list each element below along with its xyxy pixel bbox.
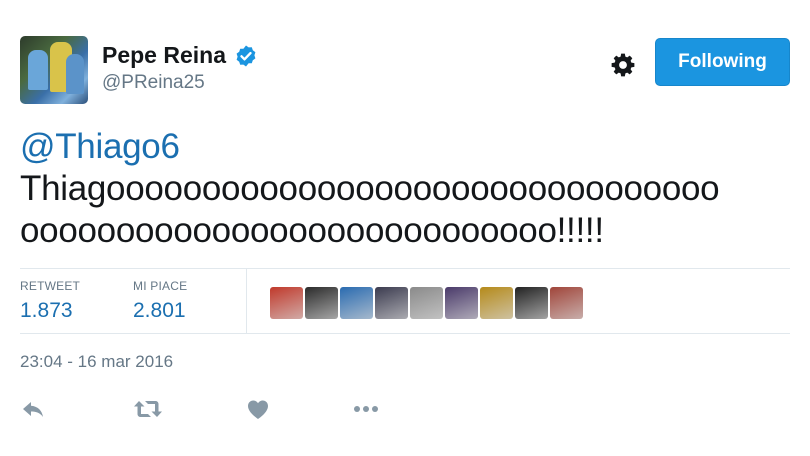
reply-icon[interactable] bbox=[20, 396, 48, 422]
more-icon[interactable] bbox=[350, 396, 382, 422]
liker-avatar[interactable] bbox=[410, 287, 443, 319]
liker-avatar[interactable] bbox=[515, 287, 548, 319]
tweet-timestamp[interactable]: 23:04 - 16 mar 2016 bbox=[20, 352, 173, 372]
retweet-icon[interactable] bbox=[132, 396, 164, 422]
liker-avatar[interactable] bbox=[445, 287, 478, 319]
like-label: MI PIACE bbox=[133, 279, 188, 293]
liker-avatar[interactable] bbox=[305, 287, 338, 319]
avatar[interactable] bbox=[20, 36, 88, 104]
tweet-stats: RETWEET 1.873 MI PIACE 2.801 bbox=[20, 268, 790, 334]
liker-avatar[interactable] bbox=[270, 287, 303, 319]
retweet-label: RETWEET bbox=[20, 279, 81, 293]
gear-icon[interactable] bbox=[610, 52, 636, 78]
tweet-text-line: oooooooooooooooooooooooooooo!!!!! bbox=[20, 211, 604, 250]
like-stat[interactable]: MI PIACE 2.801 bbox=[133, 279, 187, 323]
liker-avatar[interactable] bbox=[550, 287, 583, 319]
user-handle[interactable]: @PReina25 bbox=[102, 72, 258, 94]
liker-avatar[interactable] bbox=[340, 287, 373, 319]
like-icon[interactable] bbox=[244, 396, 272, 422]
stats-divider bbox=[246, 269, 247, 333]
tweet-text: @Thiago6 Thiagoooooooooooooooooooooooooo… bbox=[20, 126, 800, 252]
liker-avatar[interactable] bbox=[375, 287, 408, 319]
liker-avatar[interactable] bbox=[480, 287, 513, 319]
liker-avatars bbox=[270, 287, 585, 319]
tweet-text-line: Thiagoooooooooooooooooooooooooooooooo bbox=[20, 169, 720, 208]
like-count: 2.801 bbox=[133, 299, 186, 322]
mention-link[interactable]: @Thiago6 bbox=[20, 126, 800, 168]
following-button[interactable]: Following bbox=[655, 38, 790, 86]
display-name[interactable]: Pepe Reina bbox=[102, 42, 226, 69]
tweet-header: Pepe Reina @PReina25 Following bbox=[20, 36, 790, 106]
retweet-count: 1.873 bbox=[20, 299, 73, 322]
verified-badge-icon bbox=[237, 45, 256, 66]
user-info: Pepe Reina @PReina25 bbox=[102, 42, 258, 94]
retweet-stat[interactable]: RETWEET 1.873 bbox=[20, 279, 80, 323]
